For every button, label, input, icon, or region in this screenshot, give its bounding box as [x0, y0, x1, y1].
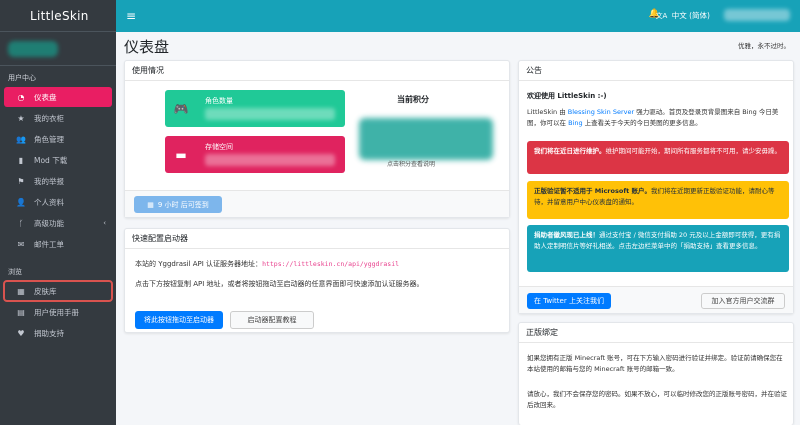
brand-logo[interactable]: LittleSkin — [0, 0, 116, 32]
sidebar-item-manual[interactable]: ▤ 用户使用手册 — [4, 302, 112, 322]
redacted-score[interactable] — [359, 118, 493, 160]
notice-card-title: 公告 — [519, 61, 793, 81]
launcher-tutorial-button[interactable]: 启动器配置教程 — [230, 311, 314, 329]
intro-text: LittleSkin 由 — [527, 108, 568, 116]
manual-icon: ▤ — [17, 307, 25, 317]
twitter-follow-button[interactable]: 在 Twitter 上关注我们 — [527, 293, 611, 309]
top-navbar: ≡ 🔔 文A 中文 (简体) — [116, 0, 800, 32]
bind-instructions: 如果您拥有正版 Minecraft 账号，可在下方输入密码进行验证并绑定。验证前… — [527, 354, 783, 373]
nav-header-user-center: 用户中心 — [8, 74, 36, 82]
launcher-card: 快速配置启动器 本站的 Yggdrasil API 认证服务器地址：https:… — [124, 228, 510, 333]
api-address-prefix: 本站的 Yggdrasil API 认证服务器地址： — [135, 260, 263, 268]
checkin-button[interactable]: ▦ 9 小时 后可签到 — [134, 196, 222, 213]
redacted-storage-value — [205, 154, 335, 166]
drag-to-launcher-button[interactable]: 将此按钮拖动至启动器 — [135, 311, 223, 329]
maintenance-alert: 我们将在近日进行维护。维护期间可能开始，期间所有服务都将不可用，请少安毋躁。 — [527, 141, 789, 174]
launcher-card-title: 快速配置启动器 — [125, 229, 509, 249]
score-note: 点击积分查看说明 — [387, 161, 436, 168]
language-switcher[interactable]: 文A 中文 (简体) — [656, 10, 710, 21]
checkin-label: 9 小时 后可签到 — [157, 200, 209, 209]
join-group-button[interactable]: 加入官方用户交流群 — [701, 293, 785, 309]
sidebar-item-label: 用户使用手册 — [34, 307, 79, 317]
alert-text: 维护期间可能开始，期间所有服务都将不可用，请少安毋躁。 — [605, 147, 782, 155]
alert-bold: 我们将在近日进行维护。 — [534, 147, 606, 155]
notice-card: 公告 欢迎使用 LittleSkin :-) LittleSkin 由 Bles… — [518, 60, 794, 314]
flag-icon: ⚑ — [17, 176, 25, 186]
nav-header-browse: 浏览 — [8, 268, 22, 276]
envelope-icon: ✉ — [17, 239, 25, 249]
sidebar-item-reports[interactable]: ⚑ 我的举报 — [4, 171, 112, 191]
players-info-box: 🎮 角色数量 — [165, 90, 345, 127]
chevron-left-icon: ‹ — [103, 219, 106, 227]
sidebar-item-label: 我的衣柜 — [34, 113, 64, 123]
notice-intro: LittleSkin 由 Blessing Skin Server 强力驱动。首… — [527, 107, 789, 129]
sidebar-item-mod-download[interactable]: ▮ Mod 下载 — [4, 150, 112, 170]
sidebar-item-players[interactable]: 👥 角色管理 — [4, 129, 112, 149]
calendar-icon: ▦ — [147, 200, 154, 209]
sidebar-item-label: Mod 下载 — [34, 155, 68, 165]
launcher-instructions: 点击下方按钮复制 API 地址，或者将按钮拖动至启动器的任意界面即可快速添加认证… — [135, 280, 424, 288]
bing-link[interactable]: Bing — [568, 119, 583, 127]
notice-welcome: 欢迎使用 LittleSkin :-) — [527, 92, 607, 100]
players-label: 角色数量 — [205, 97, 233, 105]
api-url: https://littleskin.cn/api/yggdrasil — [262, 260, 400, 268]
language-icon: 文A — [655, 12, 668, 20]
usage-card-footer: ▦ 9 小时 后可签到 — [125, 190, 509, 217]
score-title: 当前积分 — [397, 95, 429, 104]
api-address-text: 本站的 Yggdrasil API 认证服务器地址：https://little… — [135, 259, 399, 269]
redacted-players-count — [205, 108, 335, 120]
sidebar-item-label: 捐助支持 — [34, 328, 64, 338]
donation-alert: 捐助者徽风现已上线！通过支付宝 / 微信支付捐助 20 元及以上金额即可获得，更… — [527, 225, 789, 272]
star-icon: ★ — [17, 113, 25, 123]
storage-label: 存储空间 — [205, 143, 233, 151]
donate-icon: ♥ — [17, 328, 25, 338]
redacted-username — [8, 40, 58, 57]
hdd-icon: ▬ — [175, 147, 187, 162]
alert-bold: 正版验证暂不适用于 Microsoft 账户。 — [534, 187, 652, 195]
sidebar-item-tickets[interactable]: ✉ 邮件工单 — [4, 234, 112, 254]
sidebar-item-closet[interactable]: ★ 我的衣柜 — [4, 108, 112, 128]
gamepad-icon: 🎮 — [173, 101, 189, 116]
intro-text: 上查看关于今天的今日美图的更多信息。 — [582, 119, 702, 127]
usage-card: 使用情况 🎮 角色数量 ▬ 存储空间 当前积分 点击积分查看说明 ▦ 9 小时 … — [124, 60, 510, 218]
code-branch-icon: ᚴ — [18, 218, 24, 228]
sidebar-item-label: 我的举报 — [34, 176, 64, 186]
sidebar-item-label: 个人资料 — [34, 197, 64, 207]
menu-toggle-icon[interactable]: ≡ — [126, 9, 136, 23]
storage-info-box: ▬ 存储空间 — [165, 136, 345, 173]
usage-card-title: 使用情况 — [125, 61, 509, 81]
blessing-skin-link[interactable]: Blessing Skin Server — [568, 108, 634, 116]
sidebar-item-dashboard[interactable]: ◔ 仪表盘 — [4, 87, 112, 107]
redacted-user-menu[interactable] — [724, 9, 790, 21]
microsoft-account-alert: 正版验证暂不适用于 Microsoft 账户。我们将在近期更新正版验证功能，请耐… — [527, 181, 789, 219]
notice-card-footer: 在 Twitter 上关注我们 加入官方用户交流群 — [519, 286, 793, 313]
page-title: 仪表盘 — [124, 38, 170, 56]
sidebar-item-donate[interactable]: ♥ 捐助支持 — [4, 323, 112, 343]
sidebar-item-label: 邮件工单 — [34, 239, 64, 249]
users-icon: 👥 — [16, 134, 26, 144]
language-label: 中文 (简体) — [671, 11, 710, 20]
sidebar-item-profile[interactable]: 👤 个人资料 — [4, 192, 112, 212]
sidebar-item-label: 仪表盘 — [34, 92, 57, 102]
bind-reassurance: 请放心，我们不会保存您的密码。如果不放心，可以临时修改您的正版账号密码，并在验证… — [527, 390, 787, 409]
sidebar-item-advanced[interactable]: ᚴ 高级功能 ‹ — [4, 213, 112, 233]
sidebar: LittleSkin 用户中心 ◔ 仪表盘 ★ 我的衣柜 👥 角色管理 ▮ Mo… — [0, 0, 116, 425]
user-icon: 👤 — [16, 197, 26, 207]
sidebar-item-label: 高级功能 — [34, 218, 64, 228]
premium-bind-card: 正版绑定 如果您拥有正版 Minecraft 账号，可在下方输入密码进行验证并绑… — [518, 322, 794, 425]
book-icon: ▮ — [18, 155, 24, 165]
sidebar-item-label: 皮肤库 — [34, 286, 57, 296]
alert-bold: 捐助者徽风现已上线！ — [534, 231, 599, 239]
skin-library-icon: ▦ — [17, 286, 25, 296]
sidebar-item-label: 角色管理 — [34, 134, 64, 144]
user-panel[interactable] — [0, 32, 116, 66]
sidebar-item-skin-library[interactable]: ▦ 皮肤库 — [3, 280, 113, 302]
dashboard-icon: ◔ — [17, 92, 25, 102]
page-slogan: 优雅，永不过时。 — [738, 42, 790, 50]
bind-card-title: 正版绑定 — [519, 323, 793, 343]
